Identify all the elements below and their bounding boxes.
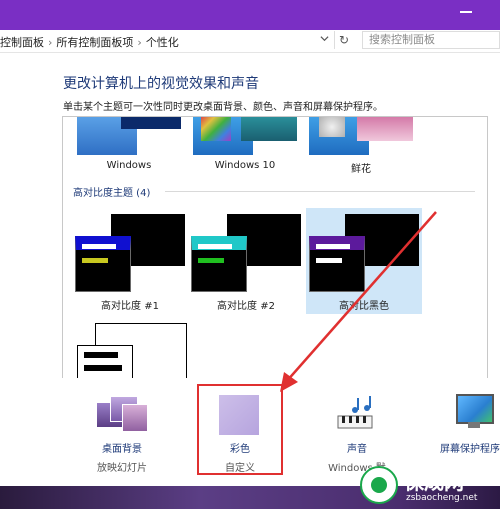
watermark: 保成网 zsbaocheng.net — [360, 460, 500, 509]
annotation-arrow — [280, 211, 437, 392]
watermark-logo-icon — [360, 466, 398, 504]
watermark-brand: 保成网 — [404, 470, 464, 494]
watermark-domain: zsbaocheng.net — [406, 493, 478, 503]
